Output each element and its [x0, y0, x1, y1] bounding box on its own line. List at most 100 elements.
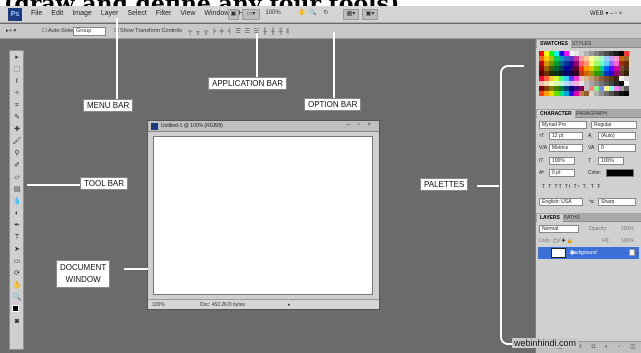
- document-window-pointer: [124, 268, 148, 270]
- arrange-documents-icon[interactable]: ▦▾: [343, 9, 359, 20]
- layer-thumbnail: [551, 248, 566, 258]
- auto-select-checkbox[interactable]: ☐: [42, 28, 47, 34]
- menu-image[interactable]: Image: [72, 10, 91, 17]
- application-bar-pointer: [256, 33, 258, 77]
- tab-character[interactable]: CHARACTER: [537, 110, 575, 118]
- tab-paragraph[interactable]: PARAGRAPH: [573, 110, 610, 118]
- bridge-icon[interactable]: ▣: [228, 9, 239, 20]
- dodge-tool-icon[interactable]: ◐: [12, 209, 22, 219]
- option-bar-pointer: [333, 32, 335, 100]
- photoshop-logo-icon: Ps: [8, 8, 22, 21]
- language-select[interactable]: English: USA: [539, 198, 583, 206]
- baseline-field[interactable]: 0 pt: [549, 169, 575, 177]
- menu-bar-pointer: [116, 18, 118, 104]
- color-label: Color:: [588, 170, 602, 176]
- gradient-tool-icon[interactable]: ▤: [12, 185, 22, 195]
- menu-select[interactable]: Select: [127, 10, 146, 17]
- fill-label: Fill:: [602, 238, 610, 244]
- tab-swatches[interactable]: SWATCHES: [537, 40, 571, 48]
- eraser-tool-icon[interactable]: ▱: [12, 173, 22, 183]
- tracking-field[interactable]: 0: [598, 144, 636, 152]
- blur-tool-icon[interactable]: 💧: [12, 197, 22, 207]
- swatch-cell[interactable]: [624, 91, 629, 96]
- layers-tabs: LAYERS PATHS: [536, 213, 641, 222]
- antialias-icon: ªa: [589, 199, 594, 205]
- palettes-brace: [500, 65, 524, 345]
- menu-window[interactable]: Window: [204, 10, 229, 17]
- swatch-grid[interactable]: [539, 51, 629, 97]
- marquee-tool-icon[interactable]: ⬚: [12, 65, 22, 75]
- hand-tool-icon[interactable]: ✋: [297, 9, 307, 20]
- palettes-panel: SWATCHES STYLES CHARACTER PARAGRAPH Myri…: [535, 39, 641, 353]
- document-status-bar: 100% Doc: 452.2K/0 bytes ▸: [148, 299, 379, 309]
- menu-file[interactable]: File: [31, 10, 42, 17]
- quick-mask-icon[interactable]: ◙: [12, 317, 22, 327]
- blend-mode-select[interactable]: Normal: [539, 225, 579, 233]
- character-tabs: CHARACTER PARAGRAPH: [536, 109, 641, 118]
- horizontal-scale-field[interactable]: 100%: [598, 157, 624, 165]
- document-canvas[interactable]: [153, 136, 373, 295]
- document-ps-icon: [151, 123, 158, 130]
- callout-application-bar: APPLICATION BAR: [208, 77, 287, 90]
- kerning-icon: V/A: [539, 145, 548, 151]
- view-extras-icon[interactable]: ▭▾: [242, 9, 260, 20]
- workspace-switcher[interactable]: WEB ▾ – ▫ ×: [590, 10, 622, 17]
- font-style-select[interactable]: Regular: [591, 121, 637, 129]
- menu-items: File Edit Image Layer Select Filter View…: [31, 10, 253, 17]
- hand-tool-icon[interactable]: ✋: [12, 281, 22, 291]
- antialias-select[interactable]: Sharp: [598, 198, 636, 206]
- tab-paths[interactable]: PATHS: [561, 214, 583, 222]
- shape-tool-icon[interactable]: ▭: [12, 257, 22, 267]
- document-zoom[interactable]: 100%: [152, 302, 165, 308]
- move-tool-icon[interactable]: ▸: [12, 53, 22, 63]
- layer-row[interactable]: ◉ Background: [538, 247, 639, 259]
- fill-value[interactable]: 100%: [621, 238, 634, 244]
- magic-wand-icon[interactable]: ✧: [12, 89, 22, 99]
- type-tool-icon[interactable]: T: [12, 233, 22, 243]
- brush-tool-icon[interactable]: 🖌: [12, 137, 22, 147]
- menu-view[interactable]: View: [180, 10, 195, 17]
- screen-mode-icon[interactable]: ▣▾: [362, 9, 378, 20]
- lock-icons[interactable]: ▢ ⁄ ✚ 🔒: [553, 238, 573, 244]
- callout-option-bar: OPTION BAR: [304, 98, 362, 111]
- clone-stamp-icon[interactable]: ⚲: [12, 149, 22, 159]
- leading-field[interactable]: (Auto): [598, 132, 636, 140]
- text-color-swatch[interactable]: [606, 169, 634, 177]
- tool-preset-picker[interactable]: ▸+ ▾: [6, 28, 16, 34]
- opacity-value[interactable]: 100%: [621, 226, 634, 232]
- callout-document-line1: DOCUMENT: [60, 263, 107, 272]
- font-family-select[interactable]: Myriad Pro: [539, 121, 587, 129]
- auto-select-dropdown[interactable]: Group: [73, 27, 106, 36]
- lasso-tool-icon[interactable]: ℓ: [12, 77, 22, 87]
- document-window: Untitled-1 @ 100% (RGB/8) – ▫ × 100% Doc…: [147, 120, 380, 310]
- eyedropper-tool-icon[interactable]: ✎: [12, 113, 22, 123]
- healing-brush-icon[interactable]: ✚: [12, 125, 22, 135]
- zoom-level[interactable]: 100%: [262, 9, 284, 20]
- tab-styles[interactable]: STYLES: [569, 40, 594, 48]
- layer-lock-icon: [629, 249, 635, 256]
- menu-edit[interactable]: Edit: [51, 10, 63, 17]
- baseline-icon: Aª: [539, 170, 545, 176]
- zoom-tool-icon[interactable]: 🔍: [12, 293, 22, 303]
- swatches-tabs: SWATCHES STYLES: [536, 39, 641, 48]
- type-style-buttons[interactable]: T T TT Tt T¹ T, T Ŧ: [542, 184, 601, 190]
- 3d-rotate-icon[interactable]: ⟳: [12, 269, 22, 279]
- zoom-tool-icon[interactable]: 🔍: [308, 9, 318, 20]
- menu-layer[interactable]: Layer: [101, 10, 119, 17]
- foreground-color-swatch[interactable]: [12, 305, 19, 312]
- font-size-field[interactable]: 12 pt: [549, 132, 583, 140]
- pen-tool-icon[interactable]: ✒: [12, 221, 22, 231]
- align-distribute-buttons[interactable]: ╤ ╥ ╦ ╞ ╪ ╡ ☰ ☰ ☱ ╫ ╫ ╫ ⫼: [188, 28, 290, 36]
- document-window-controls[interactable]: – ▫ ×: [347, 122, 374, 128]
- vertical-scale-field[interactable]: 100%: [549, 157, 575, 165]
- history-brush-icon[interactable]: ✐: [12, 161, 22, 171]
- crop-tool-icon[interactable]: ⌗: [12, 101, 22, 111]
- path-selection-icon[interactable]: ➤: [12, 245, 22, 255]
- document-title-bar[interactable]: Untitled-1 @ 100% (RGB/8) – ▫ ×: [148, 121, 379, 132]
- status-arrow-icon[interactable]: ▸: [288, 302, 291, 308]
- rotate-view-icon[interactable]: ↻: [321, 9, 331, 20]
- menu-filter[interactable]: Filter: [156, 10, 172, 17]
- tracking-icon: VA: [588, 145, 595, 151]
- tab-layers[interactable]: LAYERS: [537, 214, 563, 222]
- kerning-field[interactable]: Metrics: [549, 144, 583, 152]
